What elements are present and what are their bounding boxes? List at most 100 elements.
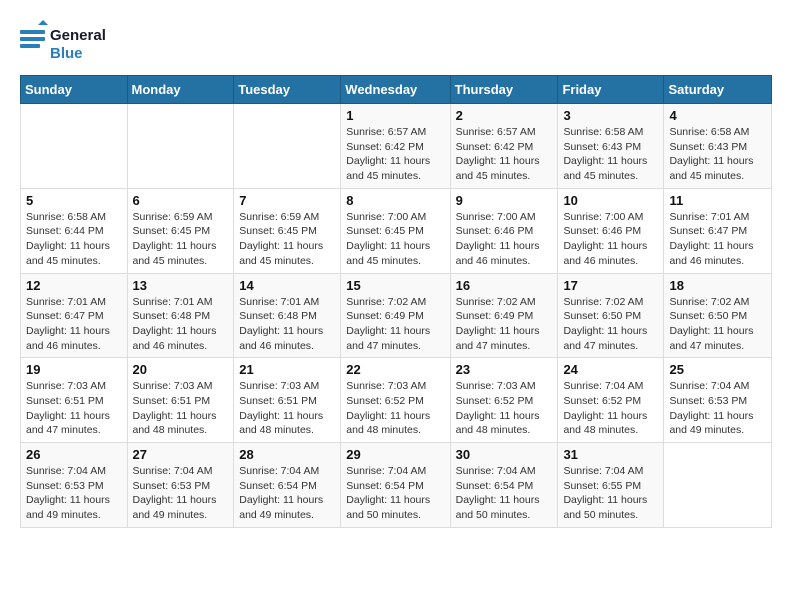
calendar-cell: 7Sunrise: 6:59 AM Sunset: 6:45 PM Daylig… [234,188,341,273]
day-number: 14 [239,278,335,293]
calendar-cell: 28 Sunrise: 7:04 AM Sunset: 6:54 PM Dayli… [234,443,341,528]
day-number: 26 [26,447,122,462]
day-info: Sunrise: 6:58 AM Sunset: 6:44 PM Dayligh… [26,210,122,269]
calendar-cell: 19 Sunrise: 7:03 AM Sunset: 6:51 PM Dayli… [21,358,128,443]
day-number: 28 [239,447,335,462]
calendar-cell: 14 Sunrise: 7:01 AM Sunset: 6:48 PM Dayli… [234,273,341,358]
calendar-cell: 25 Sunrise: 7:04 AM Sunset: 6:53 PM Dayli… [664,358,772,443]
day-info: Sunrise: 7:03 AM Sunset: 6:52 PM Dayligh… [456,379,553,438]
day-number: 8 [346,193,444,208]
calendar-cell: 6Sunrise: 6:59 AM Sunset: 6:45 PM Daylig… [127,188,234,273]
day-info: Sunrise: 7:04 AM Sunset: 6:54 PM Dayligh… [346,464,444,523]
day-number: 27 [133,447,229,462]
calendar-table: SundayMondayTuesdayWednesdayThursdayFrid… [20,75,772,528]
weekday-header-cell: Tuesday [234,76,341,104]
day-info: Sunrise: 7:01 AM Sunset: 6:47 PM Dayligh… [669,210,766,269]
day-number: 4 [669,108,766,123]
calendar-cell: 27 Sunrise: 7:04 AM Sunset: 6:53 PM Dayli… [127,443,234,528]
day-number: 11 [669,193,766,208]
day-info: Sunrise: 7:02 AM Sunset: 6:50 PM Dayligh… [669,295,766,354]
day-info: Sunrise: 7:04 AM Sunset: 6:54 PM Dayligh… [456,464,553,523]
day-number: 21 [239,362,335,377]
day-number: 30 [456,447,553,462]
day-number: 15 [346,278,444,293]
calendar-cell: 4 Sunrise: 6:58 AM Sunset: 6:43 PM Daylig… [664,104,772,189]
day-number: 19 [26,362,122,377]
weekday-header-cell: Friday [558,76,664,104]
logo: General Blue [20,20,110,65]
day-info: Sunrise: 7:00 AM Sunset: 6:46 PM Dayligh… [563,210,658,269]
day-info: Sunrise: 7:02 AM Sunset: 6:49 PM Dayligh… [346,295,444,354]
calendar-cell: 30 Sunrise: 7:04 AM Sunset: 6:54 PM Dayli… [450,443,558,528]
svg-text:Blue: Blue [50,45,83,62]
logo-svg: General Blue [20,20,110,65]
day-info: Sunrise: 7:03 AM Sunset: 6:52 PM Dayligh… [346,379,444,438]
svg-text:General: General [50,27,106,44]
day-number: 12 [26,278,122,293]
day-info: Sunrise: 7:04 AM Sunset: 6:53 PM Dayligh… [133,464,229,523]
day-number: 29 [346,447,444,462]
day-info: Sunrise: 7:01 AM Sunset: 6:47 PM Dayligh… [26,295,122,354]
calendar-week-row: 12 Sunrise: 7:01 AM Sunset: 6:47 PM Dayli… [21,273,772,358]
weekday-header-cell: Saturday [664,76,772,104]
day-number: 24 [563,362,658,377]
day-number: 22 [346,362,444,377]
calendar-cell [664,443,772,528]
calendar-cell: 17Sunrise: 7:02 AM Sunset: 6:50 PM Dayli… [558,273,664,358]
day-number: 13 [133,278,229,293]
calendar-cell: 29 Sunrise: 7:04 AM Sunset: 6:54 PM Dayli… [341,443,450,528]
calendar-cell: 5 Sunrise: 6:58 AM Sunset: 6:44 PM Daylig… [21,188,128,273]
day-info: Sunrise: 7:03 AM Sunset: 6:51 PM Dayligh… [26,379,122,438]
calendar-body: 1 Sunrise: 6:57 AM Sunset: 6:42 PM Daylig… [21,104,772,528]
day-info: Sunrise: 7:04 AM Sunset: 6:55 PM Dayligh… [563,464,658,523]
day-info: Sunrise: 6:59 AM Sunset: 6:45 PM Dayligh… [133,210,229,269]
calendar-cell: 24 Sunrise: 7:04 AM Sunset: 6:52 PM Dayli… [558,358,664,443]
day-info: Sunrise: 7:04 AM Sunset: 6:54 PM Dayligh… [239,464,335,523]
day-info: Sunrise: 7:00 AM Sunset: 6:46 PM Dayligh… [456,210,553,269]
calendar-cell: 16 Sunrise: 7:02 AM Sunset: 6:49 PM Dayli… [450,273,558,358]
day-info: Sunrise: 7:03 AM Sunset: 6:51 PM Dayligh… [133,379,229,438]
page-header: General Blue [20,20,772,65]
calendar-cell [234,104,341,189]
calendar-week-row: 5 Sunrise: 6:58 AM Sunset: 6:44 PM Daylig… [21,188,772,273]
calendar-cell: 18Sunrise: 7:02 AM Sunset: 6:50 PM Dayli… [664,273,772,358]
day-info: Sunrise: 7:02 AM Sunset: 6:50 PM Dayligh… [563,295,658,354]
calendar-cell: 12 Sunrise: 7:01 AM Sunset: 6:47 PM Dayli… [21,273,128,358]
weekday-header-cell: Monday [127,76,234,104]
day-info: Sunrise: 6:57 AM Sunset: 6:42 PM Dayligh… [346,125,444,184]
weekday-header-cell: Sunday [21,76,128,104]
day-info: Sunrise: 7:02 AM Sunset: 6:49 PM Dayligh… [456,295,553,354]
day-number: 23 [456,362,553,377]
calendar-cell: 10 Sunrise: 7:00 AM Sunset: 6:46 PM Dayli… [558,188,664,273]
calendar-cell: 21 Sunrise: 7:03 AM Sunset: 6:51 PM Dayli… [234,358,341,443]
calendar-cell [127,104,234,189]
day-number: 25 [669,362,766,377]
day-number: 5 [26,193,122,208]
calendar-cell: 22 Sunrise: 7:03 AM Sunset: 6:52 PM Dayli… [341,358,450,443]
day-number: 16 [456,278,553,293]
day-info: Sunrise: 7:01 AM Sunset: 6:48 PM Dayligh… [239,295,335,354]
day-info: Sunrise: 7:03 AM Sunset: 6:51 PM Dayligh… [239,379,335,438]
calendar-week-row: 26 Sunrise: 7:04 AM Sunset: 6:53 PM Dayli… [21,443,772,528]
calendar-cell: 23 Sunrise: 7:03 AM Sunset: 6:52 PM Dayli… [450,358,558,443]
day-number: 9 [456,193,553,208]
calendar-cell: 20Sunrise: 7:03 AM Sunset: 6:51 PM Dayli… [127,358,234,443]
calendar-cell: 11 Sunrise: 7:01 AM Sunset: 6:47 PM Dayli… [664,188,772,273]
day-number: 1 [346,108,444,123]
day-info: Sunrise: 6:57 AM Sunset: 6:42 PM Dayligh… [456,125,553,184]
day-number: 2 [456,108,553,123]
calendar-cell: 31 Sunrise: 7:04 AM Sunset: 6:55 PM Dayli… [558,443,664,528]
day-info: Sunrise: 7:04 AM Sunset: 6:53 PM Dayligh… [26,464,122,523]
day-info: Sunrise: 7:04 AM Sunset: 6:53 PM Dayligh… [669,379,766,438]
day-number: 3 [563,108,658,123]
day-number: 31 [563,447,658,462]
day-info: Sunrise: 7:04 AM Sunset: 6:52 PM Dayligh… [563,379,658,438]
day-info: Sunrise: 6:58 AM Sunset: 6:43 PM Dayligh… [669,125,766,184]
calendar-cell: 9 Sunrise: 7:00 AM Sunset: 6:46 PM Daylig… [450,188,558,273]
day-info: Sunrise: 6:59 AM Sunset: 6:45 PM Dayligh… [239,210,335,269]
calendar-week-row: 19 Sunrise: 7:03 AM Sunset: 6:51 PM Dayli… [21,358,772,443]
calendar-cell: 8Sunrise: 7:00 AM Sunset: 6:45 PM Daylig… [341,188,450,273]
day-info: Sunrise: 6:58 AM Sunset: 6:43 PM Dayligh… [563,125,658,184]
day-number: 10 [563,193,658,208]
calendar-cell: 15 Sunrise: 7:02 AM Sunset: 6:49 PM Dayli… [341,273,450,358]
